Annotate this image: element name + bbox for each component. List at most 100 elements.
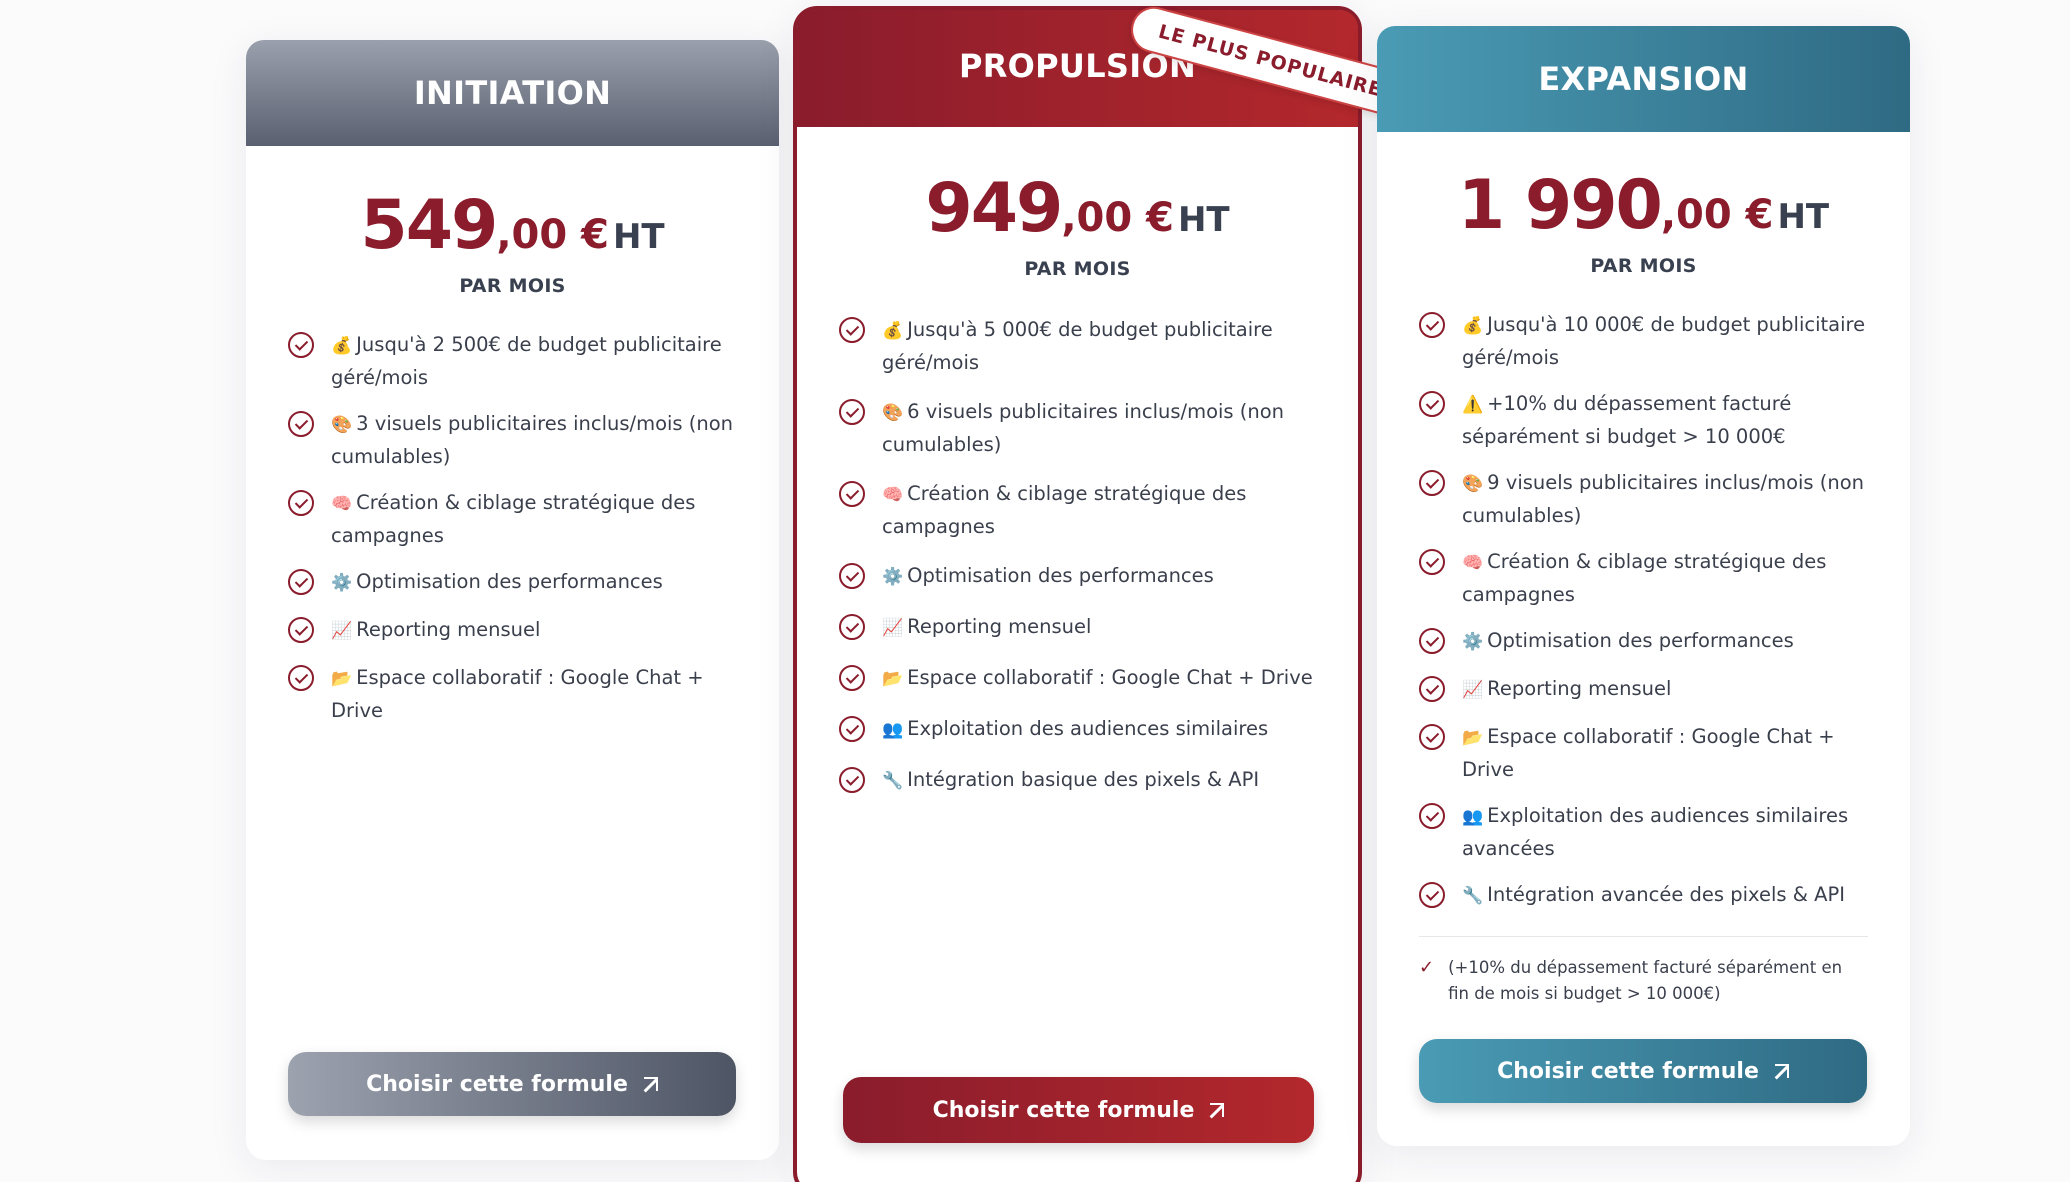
price-suffix: HT bbox=[612, 217, 665, 257]
people-icon: 👥 bbox=[882, 720, 904, 740]
price-amount: 949 bbox=[925, 169, 1063, 248]
feature-item: ⚠️ +10% du dépassement facturé séparément… bbox=[1419, 388, 1868, 452]
price-amount: 1 990 bbox=[1457, 166, 1663, 245]
feature-item: ⚙️ Optimisation des performances bbox=[288, 566, 737, 599]
money-bag-icon: 💰 bbox=[1462, 316, 1484, 336]
chart-icon: 📈 bbox=[1462, 680, 1484, 700]
choose-plan-button[interactable]: Choisir cette formule bbox=[1419, 1039, 1867, 1103]
chart-icon: 📈 bbox=[331, 621, 353, 641]
check-circle-icon bbox=[839, 563, 865, 589]
plan-price: 549,00 € HT bbox=[288, 186, 737, 265]
arrow-up-right-icon bbox=[1210, 1103, 1225, 1117]
feature-item: 🧠 Création & ciblage stratégique des camp… bbox=[288, 487, 737, 551]
brain-icon: 🧠 bbox=[1462, 553, 1484, 573]
brain-icon: 🧠 bbox=[331, 494, 353, 514]
money-bag-icon: 💰 bbox=[331, 336, 353, 356]
wrench-icon: 🔧 bbox=[882, 771, 904, 791]
folder-icon: 📂 bbox=[1462, 728, 1484, 748]
feature-item: ⚙️ Optimisation des performances bbox=[1419, 625, 1868, 658]
plan-card-initiation: INITIATION 549,00 € HT PAR MOIS 💰 Jusqu'à … bbox=[246, 40, 779, 1160]
budget-note: ✓ (+10% du dépassement facturé séparémen… bbox=[1419, 955, 1868, 1007]
gear-icon: ⚙️ bbox=[1462, 632, 1484, 652]
price-period: PAR MOIS bbox=[459, 275, 566, 297]
gear-icon: ⚙️ bbox=[882, 567, 904, 587]
check-circle-icon bbox=[288, 569, 314, 595]
feature-item: ⚙️ Optimisation des performances bbox=[839, 560, 1316, 593]
warning-icon: ⚠️ bbox=[1462, 395, 1484, 415]
choose-plan-button[interactable]: Choisir cette formule bbox=[288, 1052, 736, 1116]
plan-price: 1 990,00 € HT bbox=[1419, 166, 1868, 245]
button-label: Choisir cette formule bbox=[932, 1097, 1195, 1123]
feature-list: 💰 Jusqu'à 2 500€ de budget publicitaire g… bbox=[288, 329, 737, 726]
check-circle-icon bbox=[1419, 391, 1445, 417]
feature-item: 🧠 Création & ciblage stratégique des camp… bbox=[1419, 546, 1868, 610]
plan-header: INITIATION bbox=[246, 40, 779, 146]
price-suffix: HT bbox=[1177, 200, 1230, 240]
check-circle-icon bbox=[1419, 549, 1445, 575]
plan-header: EXPANSION bbox=[1377, 26, 1910, 132]
feature-item: 🎨 9 visuels publicitaires inclus/mois (no… bbox=[1419, 467, 1868, 531]
check-circle-icon bbox=[288, 490, 314, 516]
price-period: PAR MOIS bbox=[1024, 258, 1131, 280]
feature-item: 💰 Jusqu'à 2 500€ de budget publicitaire g… bbox=[288, 329, 737, 393]
feature-item: 🎨 6 visuels publicitaires inclus/mois (no… bbox=[839, 396, 1316, 460]
check-circle-icon bbox=[288, 665, 314, 691]
check-circle-icon bbox=[839, 767, 865, 793]
feature-list: 💰 Jusqu'à 5 000€ de budget publicitaire g… bbox=[839, 314, 1316, 797]
palette-icon: 🎨 bbox=[882, 403, 904, 423]
check-circle-icon bbox=[839, 317, 865, 343]
price-cents: ,00 € bbox=[1660, 192, 1774, 238]
check-circle-icon bbox=[839, 665, 865, 691]
feature-item: 💰 Jusqu'à 5 000€ de budget publicitaire g… bbox=[839, 314, 1316, 378]
price-period: PAR MOIS bbox=[1590, 255, 1697, 277]
feature-list: 💰 Jusqu'à 10 000€ de budget publicitaire … bbox=[1419, 309, 1868, 912]
pricing-page: INITIATION 549,00 € HT PAR MOIS 💰 Jusqu'à … bbox=[0, 0, 2070, 1182]
check-circle-icon bbox=[1419, 676, 1445, 702]
price-cents: ,00 € bbox=[1061, 195, 1174, 241]
palette-icon: 🎨 bbox=[331, 415, 353, 435]
check-circle-icon bbox=[1419, 724, 1445, 750]
feature-item: 🔧 Intégration basique des pixels & API bbox=[839, 764, 1316, 797]
choose-plan-button[interactable]: Choisir cette formule bbox=[843, 1077, 1314, 1143]
check-circle-icon bbox=[288, 332, 314, 358]
wrench-icon: 🔧 bbox=[1462, 886, 1484, 906]
folder-icon: 📂 bbox=[331, 669, 353, 689]
check-circle-icon bbox=[839, 399, 865, 425]
feature-item: 👥 Exploitation des audiences similaires bbox=[839, 713, 1316, 746]
arrow-up-right-icon bbox=[1774, 1064, 1789, 1078]
plan-title: EXPANSION bbox=[1538, 60, 1749, 98]
check-circle-icon bbox=[288, 617, 314, 643]
check-circle-icon bbox=[1419, 470, 1445, 496]
feature-item: 🎨 3 visuels publicitaires inclus/mois (no… bbox=[288, 408, 737, 472]
price-suffix: HT bbox=[1777, 197, 1830, 237]
button-label: Choisir cette formule bbox=[366, 1071, 628, 1097]
palette-icon: 🎨 bbox=[1462, 474, 1484, 494]
feature-item: 📂 Espace collaboratif : Google Chat + Dri… bbox=[288, 662, 737, 726]
people-icon: 👥 bbox=[1462, 807, 1484, 827]
gear-icon: ⚙️ bbox=[331, 573, 353, 593]
check-circle-icon bbox=[839, 614, 865, 640]
plan-title: INITIATION bbox=[413, 74, 612, 112]
checkmark-icon: ✓ bbox=[1419, 957, 1435, 978]
money-bag-icon: 💰 bbox=[882, 321, 904, 341]
feature-item: 📈 Reporting mensuel bbox=[288, 614, 737, 647]
feature-item: 🔧 Intégration avancée des pixels & API bbox=[1419, 879, 1868, 912]
button-label: Choisir cette formule bbox=[1497, 1058, 1759, 1084]
feature-item: 📈 Reporting mensuel bbox=[839, 611, 1316, 644]
check-circle-icon bbox=[1419, 628, 1445, 654]
check-circle-icon bbox=[1419, 882, 1445, 908]
plan-price: 949,00 € HT bbox=[839, 169, 1316, 248]
check-circle-icon bbox=[1419, 312, 1445, 338]
folder-icon: 📂 bbox=[882, 669, 904, 689]
brain-icon: 🧠 bbox=[882, 485, 904, 505]
feature-item: 🧠 Création & ciblage stratégique des camp… bbox=[839, 478, 1316, 542]
feature-item: 📂 Espace collaboratif : Google Chat + Dri… bbox=[1419, 721, 1868, 785]
check-circle-icon bbox=[1419, 803, 1445, 829]
check-circle-icon bbox=[839, 481, 865, 507]
divider bbox=[1419, 936, 1868, 937]
feature-item: 💰 Jusqu'à 10 000€ de budget publicitaire … bbox=[1419, 309, 1868, 373]
price-amount: 549 bbox=[360, 186, 498, 265]
price-cents: ,00 € bbox=[496, 212, 609, 258]
feature-item: 📈 Reporting mensuel bbox=[1419, 673, 1868, 706]
feature-item: 📂 Espace collaboratif : Google Chat + Dri… bbox=[839, 662, 1316, 695]
